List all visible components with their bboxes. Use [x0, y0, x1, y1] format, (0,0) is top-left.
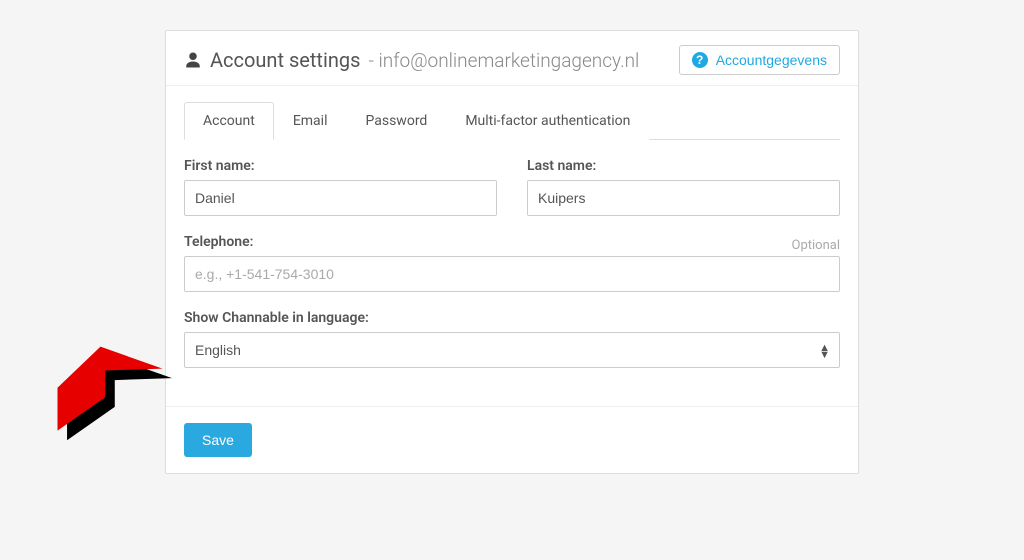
user-icon	[184, 51, 202, 69]
language-label: Show Channable in language:	[184, 310, 840, 326]
help-button-label: Accountgegevens	[716, 52, 827, 68]
tab-account[interactable]: Account	[184, 102, 274, 140]
tab-label: Email	[293, 113, 328, 129]
telephone-optional: Optional	[792, 238, 840, 253]
arrow-annotation-icon	[45, 340, 175, 445]
panel-body: Account Email Password Multi-factor auth…	[166, 101, 858, 406]
question-icon: ?	[692, 52, 708, 68]
page-title: Account settings - info@onlinemarketinga…	[184, 48, 639, 72]
tab-label: Multi-factor authentication	[465, 113, 630, 129]
tab-label: Password	[365, 113, 427, 129]
first-name-input[interactable]	[184, 180, 497, 216]
save-button-label: Save	[202, 432, 234, 448]
telephone-label: Telephone:	[184, 234, 253, 250]
tab-label: Account	[203, 113, 255, 129]
help-button[interactable]: ? Accountgegevens	[679, 45, 840, 75]
tab-mfa[interactable]: Multi-factor authentication	[446, 102, 649, 140]
page-subtitle: - info@onlinemarketingagency.nl	[368, 49, 639, 72]
tab-password[interactable]: Password	[346, 102, 446, 140]
last-name-label: Last name:	[527, 158, 840, 174]
tabs: Account Email Password Multi-factor auth…	[184, 101, 840, 140]
panel-header: Account settings - info@onlinemarketinga…	[166, 31, 858, 86]
save-button[interactable]: Save	[184, 423, 252, 457]
panel-footer: Save	[166, 406, 858, 473]
telephone-input[interactable]	[184, 256, 840, 292]
tab-email[interactable]: Email	[274, 102, 347, 140]
last-name-input[interactable]	[527, 180, 840, 216]
language-select[interactable]: English	[184, 332, 840, 368]
account-settings-panel: Account settings - info@onlinemarketinga…	[165, 30, 859, 474]
first-name-label: First name:	[184, 158, 497, 174]
page-title-text: Account settings	[210, 48, 360, 72]
